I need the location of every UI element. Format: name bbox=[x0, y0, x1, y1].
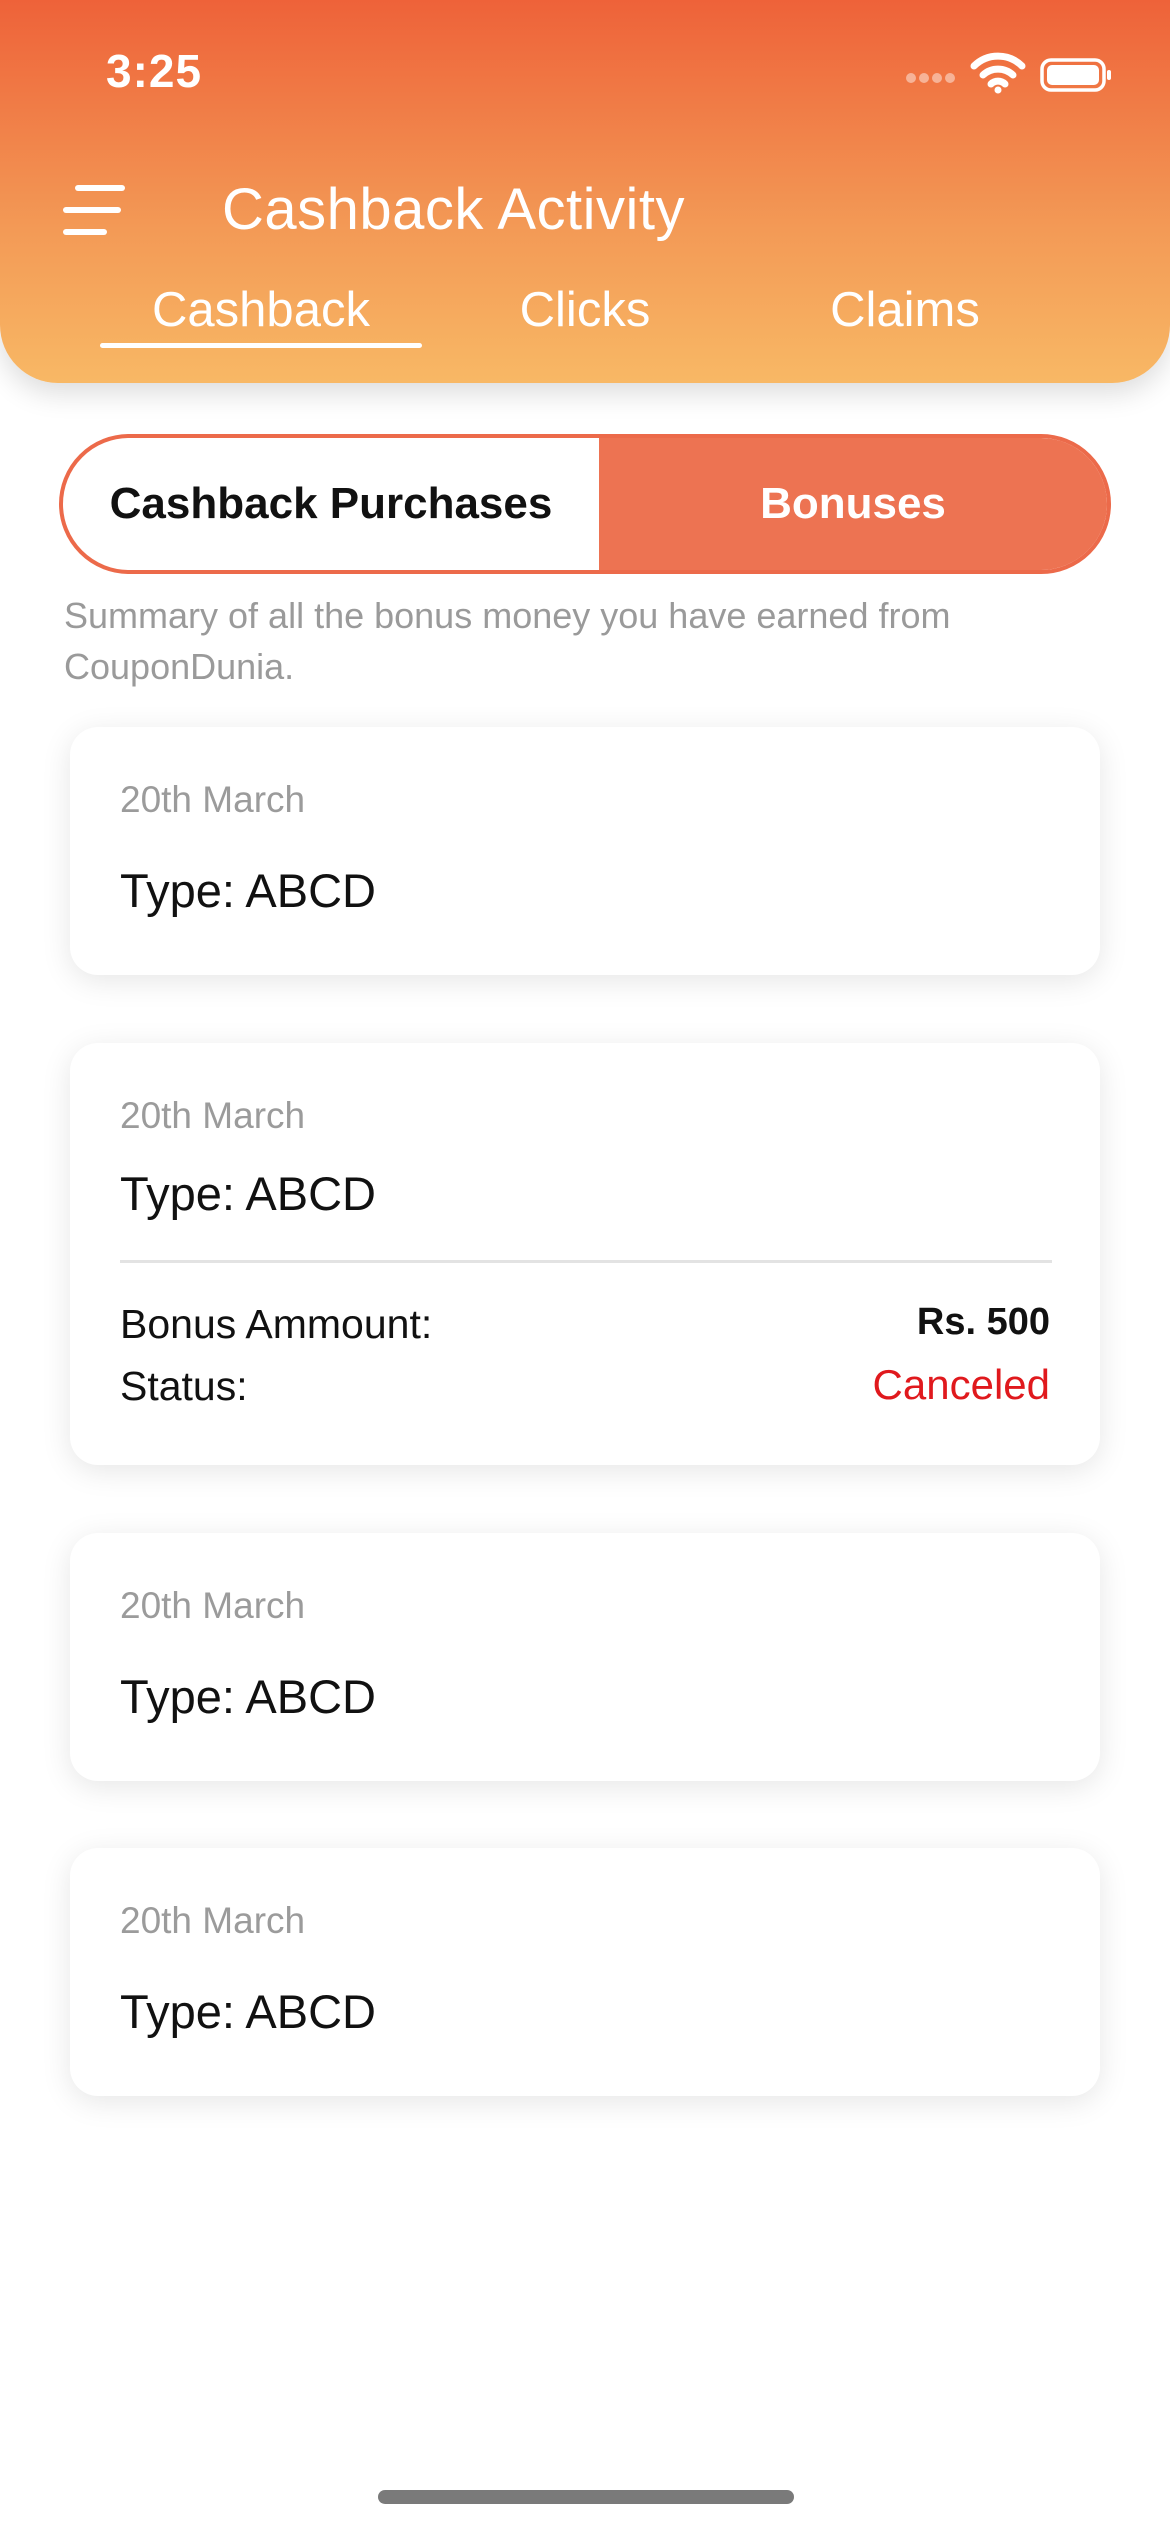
segment-bonuses[interactable]: Bonuses bbox=[599, 438, 1107, 570]
status-time: 3:25 bbox=[106, 45, 203, 97]
tab-clicks[interactable]: Clicks bbox=[470, 282, 700, 338]
bonus-date: 20th March bbox=[120, 1585, 306, 1626]
menu-icon[interactable] bbox=[60, 180, 130, 240]
bonus-date: 20th March bbox=[120, 1900, 306, 1941]
status-label: Status: bbox=[120, 1363, 248, 1409]
page-title: Cashback Activity bbox=[222, 177, 686, 242]
bonus-card-expanded[interactable]: 20th March Type: ABCD Bonus Ammount: Rs.… bbox=[70, 1043, 1100, 1465]
battery-icon bbox=[1040, 58, 1111, 92]
bonus-date: 20th March bbox=[120, 779, 306, 820]
bonus-type: Type: ABCD bbox=[120, 1985, 376, 2038]
cellular-signal-icon bbox=[906, 73, 955, 83]
bonus-card[interactable]: 20th March Type: ABCD bbox=[70, 727, 1100, 975]
wifi-icon bbox=[970, 52, 1026, 94]
card-divider bbox=[120, 1260, 1052, 1263]
active-tab-indicator bbox=[100, 343, 422, 348]
segment-control: Cashback Purchases Bonuses bbox=[59, 434, 1111, 574]
bonus-type: Type: ABCD bbox=[120, 1167, 376, 1220]
bonus-card[interactable]: 20th March Type: ABCD bbox=[70, 1848, 1100, 2096]
tab-cashback[interactable]: Cashback bbox=[100, 282, 422, 338]
tab-claims[interactable]: Claims bbox=[790, 282, 1020, 338]
bonus-card[interactable]: 20th March Type: ABCD bbox=[70, 1533, 1100, 1781]
home-indicator bbox=[378, 2490, 794, 2504]
bonus-amount-value: Rs. 500 bbox=[916, 1301, 1050, 1343]
bonus-type: Type: ABCD bbox=[120, 864, 376, 917]
bonus-type: Type: ABCD bbox=[120, 1670, 376, 1723]
bonus-amount-label: Bonus Ammount: bbox=[120, 1301, 433, 1347]
bonus-date: 20th March bbox=[120, 1095, 306, 1136]
segment-cashback-purchases[interactable]: Cashback Purchases bbox=[63, 438, 599, 570]
summary-text: Summary of all the bonus money you have … bbox=[64, 595, 951, 687]
app-header: 3:25 Cashback Activity Cashback Clicks C… bbox=[0, 0, 1170, 383]
status-value: Canceled bbox=[872, 1361, 1050, 1408]
